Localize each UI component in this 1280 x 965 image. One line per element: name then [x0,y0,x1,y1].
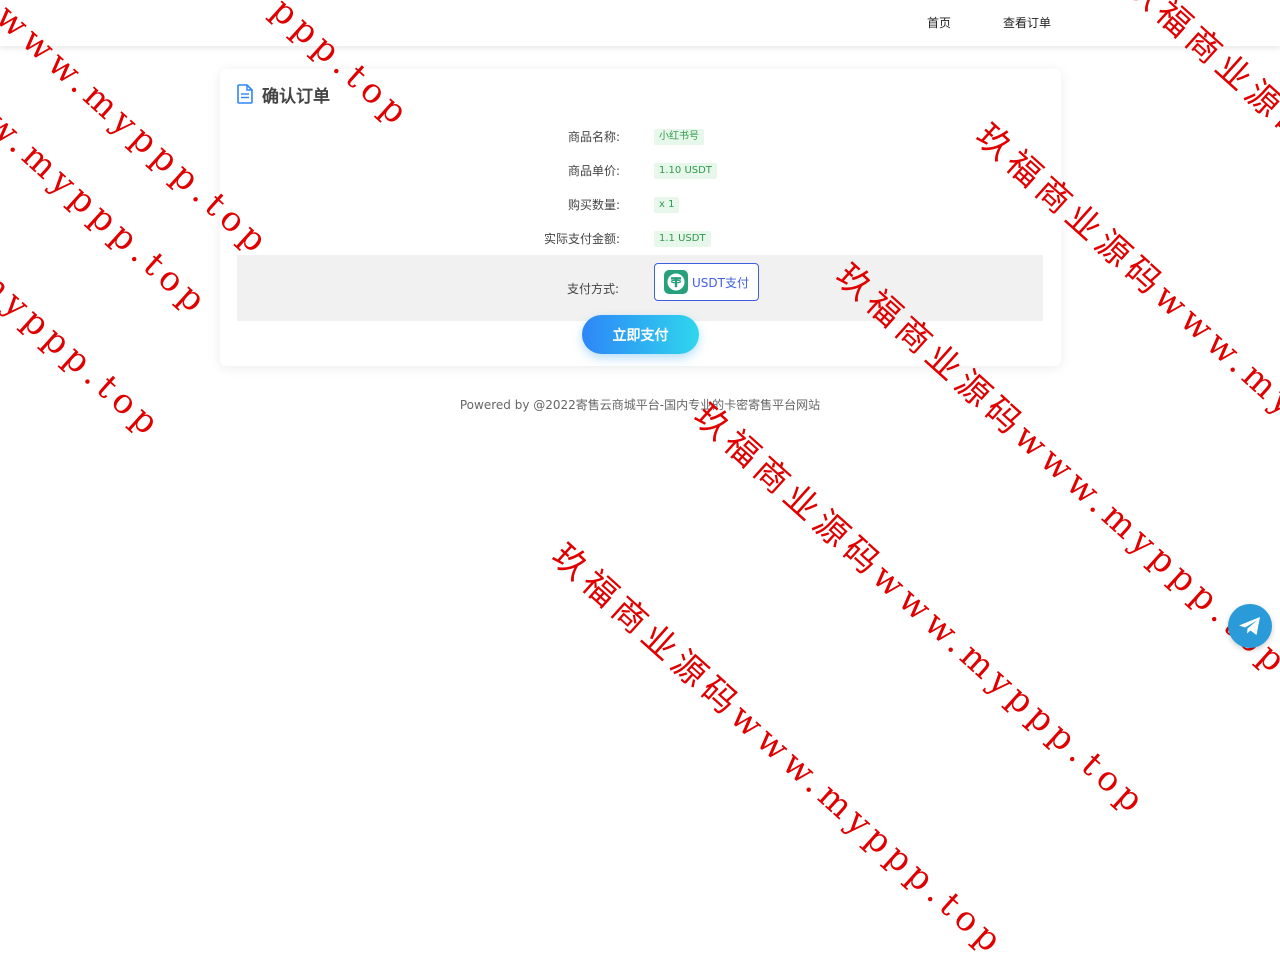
unit-price-label: 商品单价: [567,164,620,178]
order-confirm-card: 确认订单 商品名称: 小红书号 商品单价: 1.10 USDT 购买数量: x … [220,69,1061,366]
watermark-text: 玖福商业源码www.myppp.top [685,395,1156,825]
product-name-row: 商品名称: 小红书号 [220,127,1061,147]
watermark-text: myppp.top [0,258,171,447]
total-amount-row: 实际支付金额: 1.1 USDT [220,229,1061,249]
card-header: 确认订单 [236,83,330,107]
unit-price-row: 商品单价: 1.10 USDT [220,161,1061,181]
watermark-text: 玖福商业源码www.myppp.top [0,0,218,325]
product-name-value: 小红书号 [654,129,704,145]
quantity-label: 购买数量: [567,198,620,212]
nav-orders-link[interactable]: 查看订单 [1003,14,1051,31]
total-amount-value: 1.1 USDT [654,231,711,247]
pay-now-button[interactable]: 立即支付 [582,315,699,354]
telegram-icon [1239,617,1260,635]
top-navbar: 首页 查看订单 [0,0,1280,46]
watermark-text: 玖福商业源码www.myppp.top [543,535,1014,965]
card-title: 确认订单 [262,86,330,107]
quantity-value: x 1 [654,197,680,213]
telegram-float-button[interactable] [1228,604,1272,648]
document-icon [237,84,253,104]
total-amount-label: 实际支付金额: [543,232,620,246]
payment-method-section: 支付方式: USDT支付 [237,255,1043,321]
quantity-row: 购买数量: x 1 [220,195,1061,215]
product-name-label: 商品名称: [567,130,620,144]
usdt-payment-option[interactable]: USDT支付 [654,263,759,301]
unit-price-value: 1.10 USDT [654,163,717,179]
nav-home-link[interactable]: 首页 [927,14,951,31]
watermark-text: 玖福商业源码www.myppp.top [1117,0,1280,395]
footer-text: Powered by @2022寄售云商城平台-国内专业的卡密寄售平台网站 [459,398,821,412]
payment-method-label: 支付方式: [566,282,619,296]
tether-usdt-icon [664,270,688,294]
usdt-option-label: USDT支付 [692,275,749,290]
